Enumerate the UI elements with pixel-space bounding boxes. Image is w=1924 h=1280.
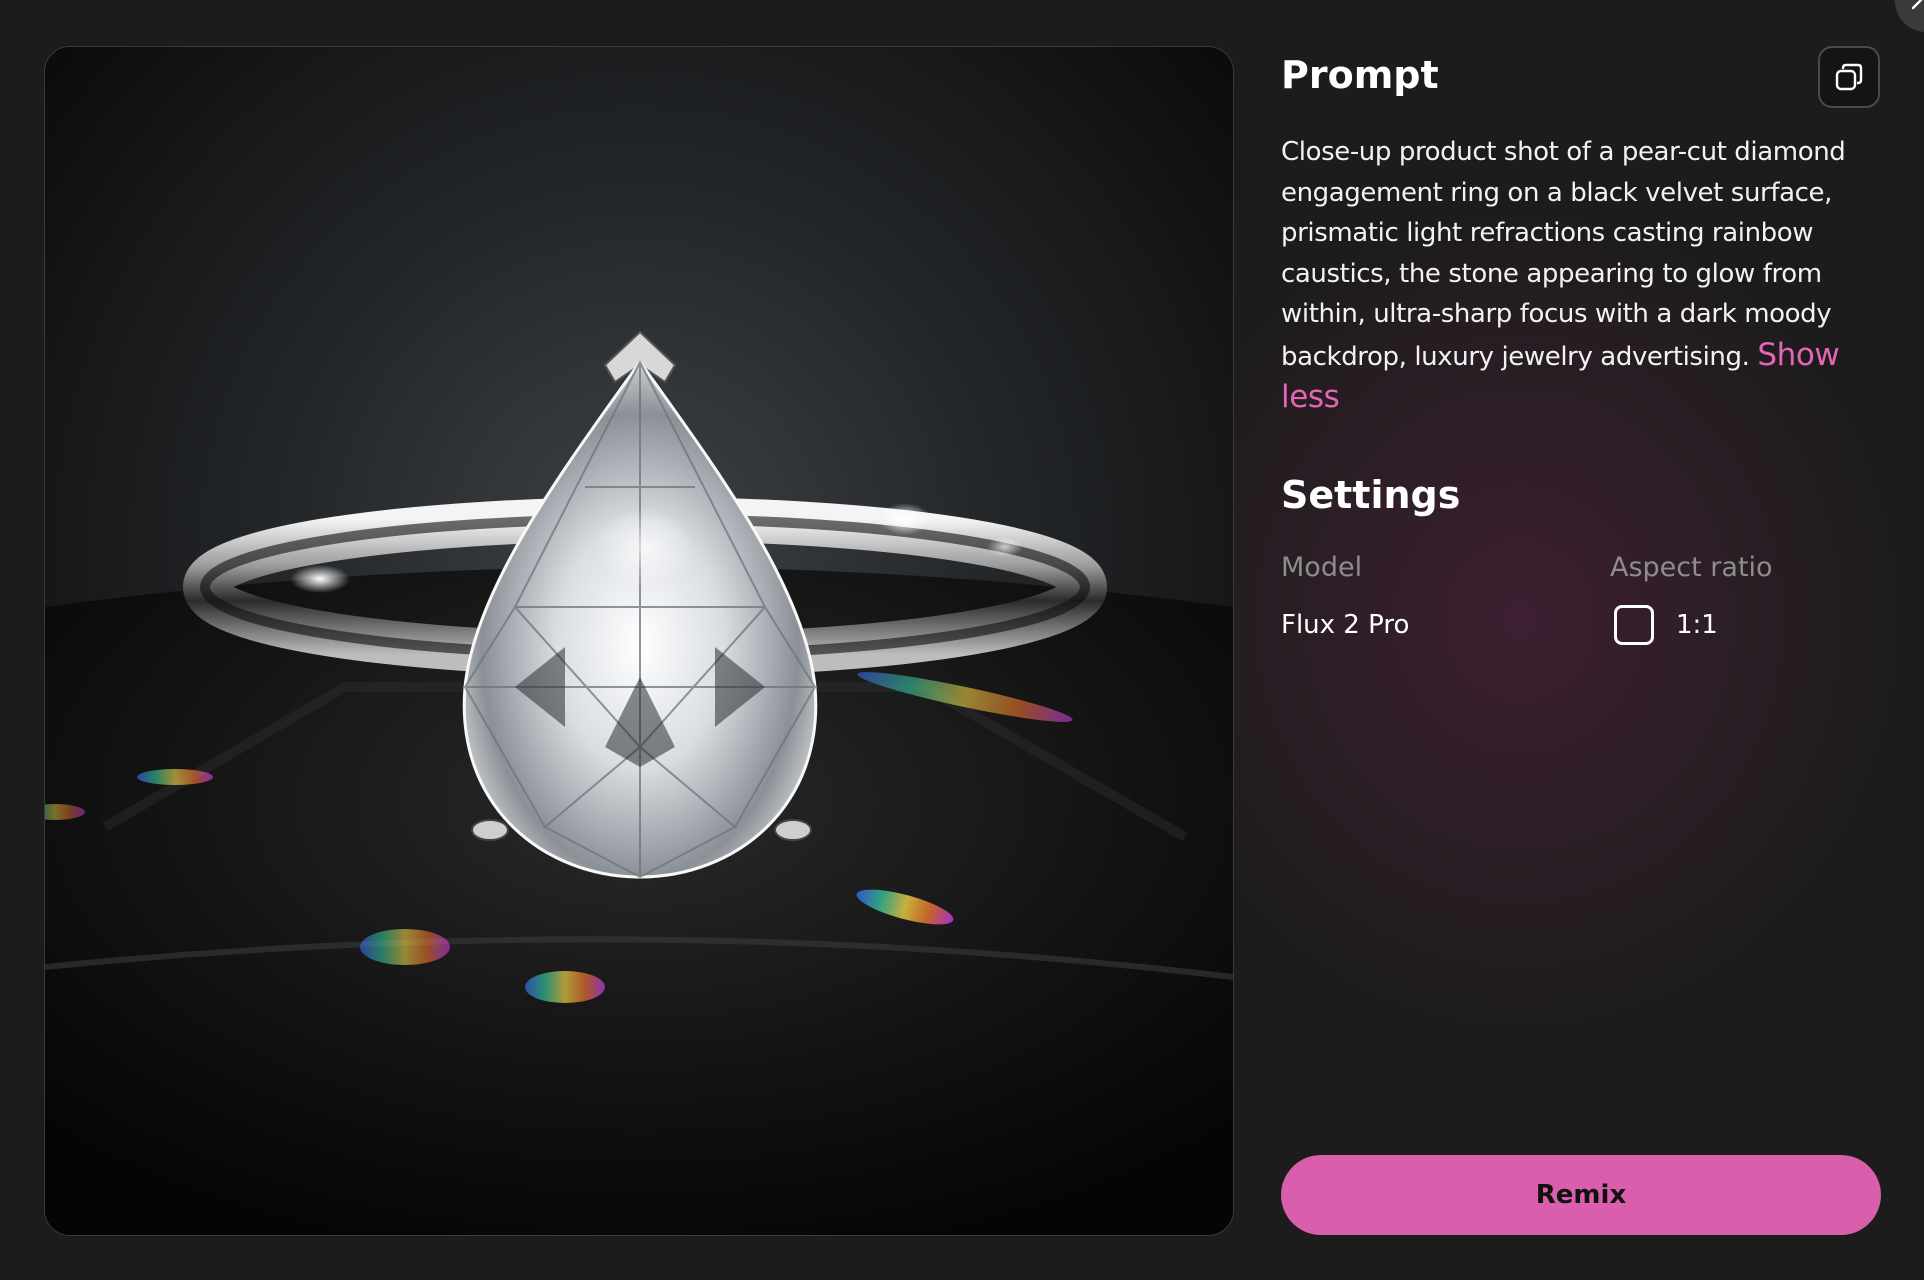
- details-panel: Prompt Close-up product shot of a pear-c…: [1281, 46, 1881, 1236]
- settings-heading: Settings: [1281, 473, 1461, 517]
- ring-illustration: [45, 47, 1233, 1235]
- model-value: Flux 2 Pro: [1281, 610, 1410, 640]
- model-label: Model: [1281, 552, 1363, 583]
- prompt-heading: Prompt: [1281, 53, 1439, 97]
- square-icon: [1614, 605, 1654, 645]
- aspect-ratio-value: 1:1: [1676, 610, 1718, 640]
- remix-button[interactable]: Remix: [1281, 1155, 1881, 1235]
- close-button[interactable]: [1895, 0, 1924, 32]
- copy-prompt-button[interactable]: [1818, 46, 1880, 108]
- image-detail-modal: Prompt Close-up product shot of a pear-c…: [0, 0, 1924, 1280]
- prompt-text: Close-up product shot of a pear-cut diam…: [1281, 132, 1881, 420]
- generated-image: [44, 46, 1234, 1236]
- aspect-ratio-label: Aspect ratio: [1610, 552, 1773, 583]
- copy-icon: [1835, 63, 1863, 91]
- close-icon: [1911, 0, 1923, 10]
